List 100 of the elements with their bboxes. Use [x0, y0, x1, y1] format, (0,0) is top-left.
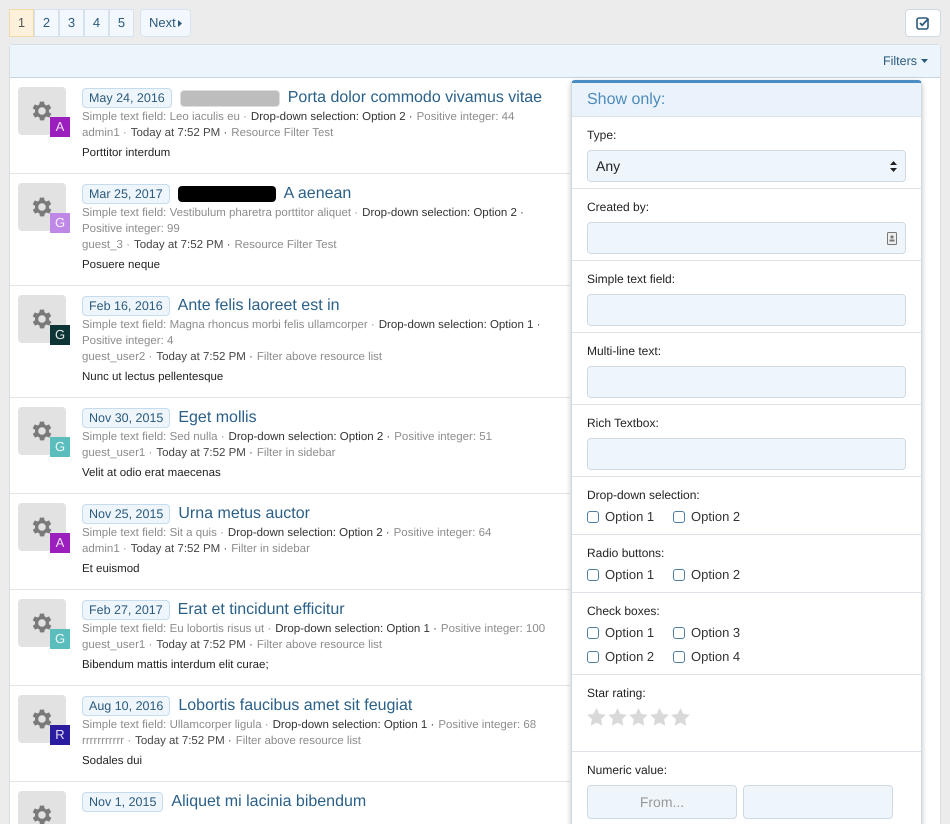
author-link[interactable]: guest_user1 · — [82, 445, 152, 461]
text-input-field[interactable] — [587, 366, 906, 398]
category-link[interactable]: Filter above resource list — [256, 637, 382, 653]
custom-field: Drop-down selection: Option 1 · — [378, 317, 540, 333]
custom-field: Simple text field: Eu lobortis risus ut · — [82, 621, 272, 637]
date-label: Nov 30, 2015 — [82, 408, 170, 428]
author-link[interactable]: guest_user2 · — [82, 349, 152, 365]
filter-label: Simple text field: — [587, 272, 676, 286]
date-label: Nov 1, 2015 — [82, 792, 164, 812]
custom-field: Simple text field: Ullamcorper ligula · — [82, 717, 269, 733]
custom-field: Drop-down selection: Option 2 · — [228, 429, 390, 445]
page-button[interactable]: 1 — [9, 9, 34, 37]
post-time: Today at 7:52 PM · — [156, 350, 253, 365]
star-icon[interactable] — [629, 708, 648, 726]
page-button[interactable]: 3 — [59, 9, 84, 37]
post-time: Today at 7:52 PM · — [156, 638, 253, 653]
checkbox[interactable] — [587, 511, 599, 523]
resource-title[interactable]: Lobortis faucibus amet sit feugiat — [178, 696, 412, 716]
page-button[interactable]: 2 — [34, 9, 59, 37]
star-icon[interactable] — [587, 708, 606, 726]
text-input-field[interactable] — [587, 294, 906, 326]
resource-tagline: Nunc ut lectus pellentesque — [82, 370, 224, 385]
custom-field: Simple text field: Magna rhoncus morbi felis ullamcorper · — [82, 317, 375, 333]
custom-field: Drop-down selection: Option 1 · — [272, 717, 434, 733]
caret-down-icon — [921, 59, 928, 63]
resource-tagline: Porttitor interdum — [82, 146, 172, 161]
page-button[interactable]: 4 — [84, 9, 109, 37]
option-label: Option 1 — [605, 568, 654, 582]
resource-tagline: Sodales dui — [82, 754, 144, 769]
star-icon[interactable] — [650, 708, 669, 726]
caret-icon — [178, 20, 182, 26]
custom-field: Drop-down selection: Option 1 · — [275, 621, 437, 637]
filter-label: Rich Textbox: — [587, 416, 660, 430]
user-input-field[interactable] — [587, 222, 906, 254]
from-input-field[interactable]: From... — [587, 785, 737, 819]
author-link[interactable]: admin1 · — [82, 125, 127, 141]
custom-field: Simple text field: Vestibulum pharetra porttitor aliquet · — [82, 205, 358, 221]
resource-title[interactable]: Aliquet mi lacinia bibendum — [171, 792, 366, 812]
resource-tagline: Velit at odio erat maecenas — [82, 466, 222, 481]
resource-tagline: Bibendum mattis interdum elit curae; — [82, 658, 270, 673]
option-label: Option 2 — [605, 650, 654, 664]
user-avatar[interactable]: A — [50, 117, 70, 137]
filter-label: Type: — [587, 128, 618, 142]
resource-title[interactable]: Urna metus auctor — [178, 504, 310, 524]
filter-panel-title: Show only: — [572, 83, 921, 117]
option-label: Option 1 — [605, 626, 654, 640]
resource-title[interactable]: A aenean — [284, 184, 352, 204]
resource-title[interactable]: Eget mollis — [178, 408, 257, 428]
custom-field: Drop-down selection: Option 2 · — [250, 109, 413, 125]
custom-field: Positive integer: 99 — [82, 221, 180, 237]
checkbox[interactable] — [673, 569, 685, 581]
option-label: Option 3 — [691, 626, 740, 640]
to-input-field[interactable] — [743, 785, 893, 819]
filter-label: Radio buttons: — [587, 546, 666, 560]
star-icon[interactable] — [608, 708, 627, 726]
checkbox[interactable] — [673, 627, 685, 639]
star-icon[interactable] — [671, 708, 690, 726]
checkbox[interactable] — [587, 569, 599, 581]
category-link[interactable]: Filter in sidebar — [231, 541, 310, 557]
custom-field: Simple text field: Sit a quis · — [82, 525, 224, 541]
option-label: Option 2 — [691, 510, 740, 524]
select-toggle-button[interactable] — [905, 9, 941, 37]
date-label: Aug 10, 2016 — [82, 696, 170, 716]
user-avatar[interactable]: G — [50, 325, 70, 345]
author-link[interactable]: rrrrrrrrrrr · — [82, 733, 132, 749]
user-avatar[interactable]: R — [50, 725, 70, 745]
category-link[interactable]: Filter in sidebar — [256, 445, 336, 461]
category-link[interactable]: Filter above resource list — [256, 349, 382, 365]
author-link[interactable]: admin1 · — [82, 541, 127, 557]
category-link[interactable]: Resource Filter Test — [231, 125, 334, 141]
filter-label: Created by: — [587, 200, 650, 214]
text-input-field[interactable] — [587, 438, 906, 470]
author-link[interactable]: guest_user1 · — [82, 637, 152, 653]
resource-title[interactable]: Ante felis laoreet est in — [178, 296, 340, 316]
filter-label: Multi-line text: — [587, 344, 662, 358]
checkbox[interactable] — [587, 651, 599, 663]
type-select[interactable]: Any — [587, 150, 906, 182]
resource-title[interactable]: Porta dolor commodo vivamus vitae — [288, 88, 542, 108]
resource-tagline: Posuere neque — [82, 258, 162, 273]
custom-field: Positive integer: 4 — [82, 333, 174, 349]
filter-label: Check boxes: — [587, 604, 661, 618]
category-link[interactable]: Filter above resource list — [236, 733, 361, 749]
custom-field: Positive integer: 100 — [440, 621, 546, 637]
option-label: Option 4 — [691, 650, 740, 664]
option-label: Option 1 — [605, 510, 654, 524]
author-link[interactable]: guest_3 · — [82, 237, 130, 253]
checkbox[interactable] — [673, 651, 685, 663]
custom-field: Drop-down selection: Option 2 · — [228, 525, 390, 541]
category-link[interactable]: Resource Filter Test — [234, 237, 337, 253]
next-button[interactable]: Next — [140, 9, 191, 37]
resource-title[interactable]: Erat et tincidunt efficitur — [178, 600, 345, 620]
checkbox[interactable] — [587, 627, 599, 639]
date-label: Feb 16, 2016 — [82, 296, 170, 316]
post-time: Today at 7:52 PM · — [130, 126, 228, 141]
custom-field: Positive integer: 51 — [394, 429, 492, 445]
checkbox[interactable] — [673, 511, 685, 523]
page-button[interactable]: 5 — [109, 9, 134, 37]
custom-field: Positive integer: 64 — [394, 525, 492, 541]
filters-menu-button[interactable]: Filters — [882, 52, 928, 70]
user-avatar[interactable]: A — [50, 533, 70, 553]
